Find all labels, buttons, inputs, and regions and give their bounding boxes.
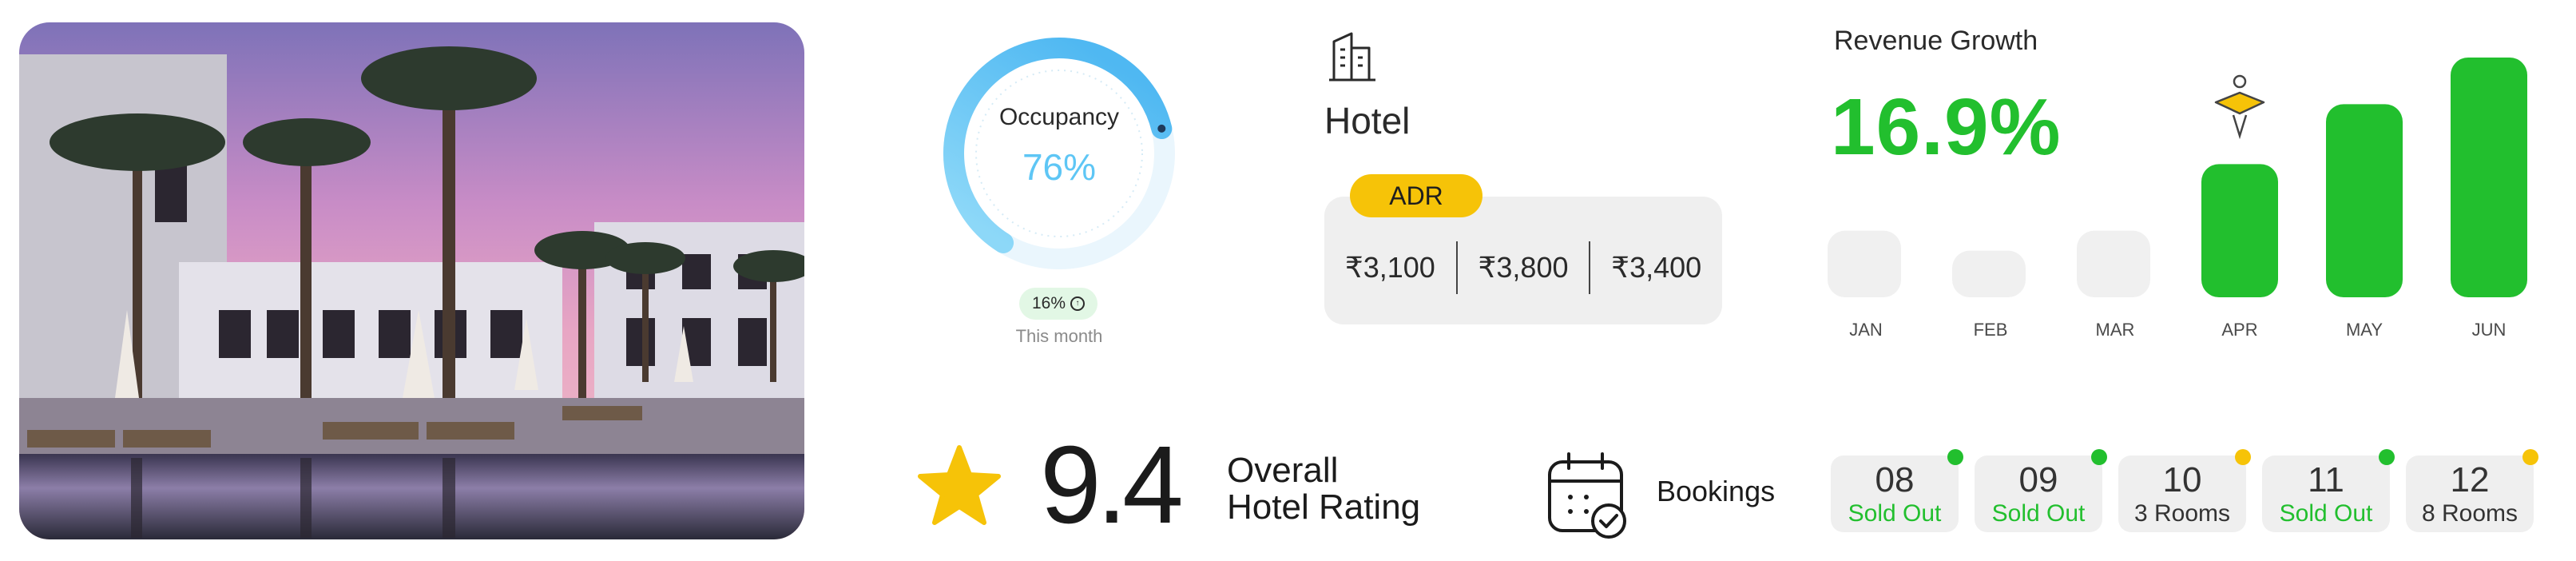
adr-value: ₹3,800	[1478, 251, 1569, 284]
revenue-bar-mar[interactable]	[2077, 230, 2150, 297]
rating-label-line1: Overall	[1227, 451, 1339, 490]
bookings-label: Bookings	[1657, 475, 1776, 507]
booking-day-card[interactable]: 12 8 Rooms	[2406, 449, 2538, 532]
adr-value: ₹3,400	[1611, 251, 1702, 284]
revenue-bar-may[interactable]	[2326, 104, 2403, 297]
spark-star-icon	[2214, 74, 2265, 140]
status-indicator-dot	[1947, 449, 1963, 465]
occupancy-subtitle: This month	[1015, 326, 1103, 346]
star-icon	[918, 445, 1001, 525]
status-indicator-dot	[2379, 449, 2395, 465]
booking-status: 8 Rooms	[2421, 500, 2518, 527]
booking-day: 11	[2308, 460, 2344, 499]
booking-day: 12	[2450, 460, 2490, 499]
x-tick-label: JAN	[1849, 320, 1883, 340]
revenue-bar-feb[interactable]	[1952, 250, 2026, 297]
revenue-bar-apr[interactable]	[2201, 164, 2278, 297]
booking-day-card[interactable]: 10 3 Rooms	[2118, 449, 2251, 532]
occupancy-change-badge: 16% ↑	[1019, 288, 1097, 320]
x-tick-label: APR	[2221, 320, 2257, 340]
rating-label-line2: Hotel Rating	[1227, 487, 1421, 527]
hotel-photo	[19, 22, 804, 539]
status-indicator-dot	[2091, 449, 2107, 465]
booking-day: 09	[2018, 460, 2058, 499]
occupancy-value: 76%	[1022, 146, 1097, 188]
x-tick-label: FEB	[1974, 320, 2008, 340]
status-indicator-dot	[2235, 449, 2251, 465]
adr-values: ₹3,100 ₹3,800 ₹3,400	[1324, 240, 1722, 296]
booking-day-card[interactable]: 09 Sold Out	[1975, 449, 2107, 532]
x-tick-label: MAY	[2346, 320, 2383, 340]
booking-day: 10	[2162, 460, 2202, 499]
booking-status: Sold Out	[1848, 500, 1942, 527]
occupancy-title: Occupancy	[998, 104, 1120, 130]
building-icon	[1329, 32, 1375, 82]
arrow-up-circle-icon: ↑	[1070, 296, 1086, 311]
x-tick-label: MAR	[2096, 320, 2135, 340]
booking-status: 3 Rooms	[2133, 500, 2231, 527]
booking-status: Sold Out	[1991, 500, 2086, 527]
booking-day: 08	[1875, 460, 1915, 499]
booking-day-card[interactable]: 11 Sold Out	[2262, 449, 2395, 532]
booking-day-card[interactable]: 08 Sold Out	[1831, 449, 1963, 532]
occupancy-change-value: 16%	[1031, 294, 1066, 312]
rating-value: 9.4	[1040, 424, 1184, 547]
hotel-title: Hotel	[1324, 100, 1411, 141]
revenue-bar-jun[interactable]	[2451, 58, 2527, 297]
booking-status: Sold Out	[2279, 500, 2373, 527]
adr-value: ₹3,100	[1344, 251, 1435, 284]
revenue-bar-chart: JAN FEB MAR APR MAY JUN	[1828, 58, 2527, 340]
status-indicator-dot	[2522, 449, 2538, 465]
calendar-check-icon	[1548, 452, 1626, 539]
x-tick-label: JUN	[2472, 320, 2507, 340]
revenue-bar-jan[interactable]	[1828, 230, 1901, 297]
adr-badge: ADR	[1350, 174, 1482, 217]
